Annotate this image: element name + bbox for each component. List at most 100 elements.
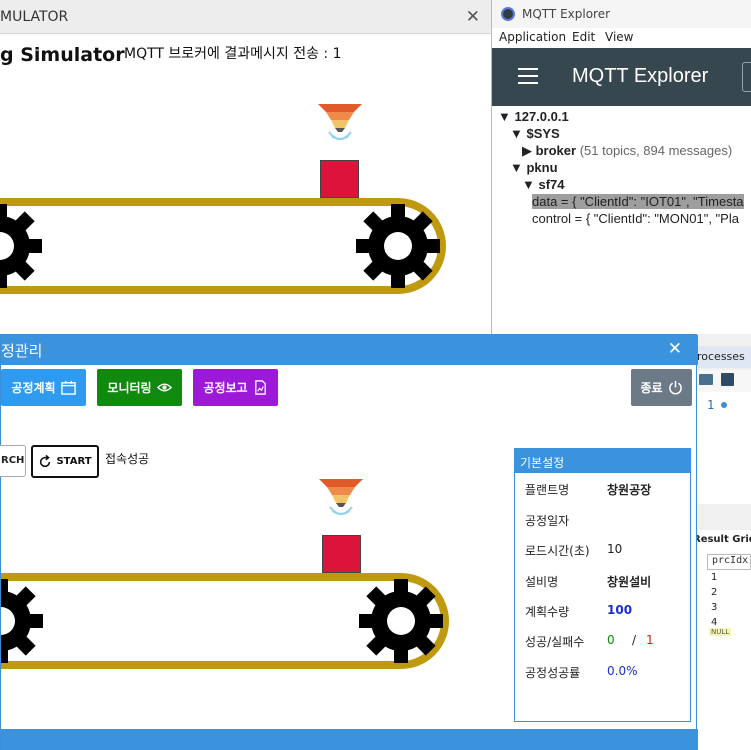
conveyor-belt bbox=[1, 573, 449, 669]
setting-success-fail: 성공/실패수 0 / 1 bbox=[515, 633, 690, 651]
sql-editor-window: rocesses 1 Result Grid prcIdx 1 2 3 4 NU… bbox=[693, 334, 751, 750]
folder-icon[interactable] bbox=[699, 374, 713, 385]
tree-node-sys[interactable]: ▼ $SYS bbox=[510, 126, 560, 141]
search-button[interactable]: RCH bbox=[0, 445, 26, 477]
settings-panel: 기본설정 플랜트명 창원공장 공정일자 로드시간(초) 10 설비명 창원설비 … bbox=[514, 448, 691, 722]
settings-header: 기본설정 bbox=[515, 449, 690, 473]
result-grid: Result Grid prcIdx 1 2 3 4 NULL bbox=[693, 530, 751, 750]
gear-icon bbox=[1, 579, 43, 663]
connection-status: 접속성공 bbox=[105, 452, 150, 466]
tree-node-broker[interactable]: ▶ broker (51 topics, 894 messages) bbox=[522, 143, 732, 159]
status-bar bbox=[1, 729, 698, 750]
grid-row[interactable]: 1 bbox=[707, 572, 751, 587]
mqtt-header-title: MQTT Explorer bbox=[572, 65, 709, 87]
tree-node-sf74-label: sf74 bbox=[538, 177, 565, 192]
setting-process-date: 공정일자 bbox=[515, 512, 690, 530]
tree-node-pknu[interactable]: ▼ pknu bbox=[510, 160, 558, 175]
setting-label: 성공/실패수 bbox=[525, 635, 585, 649]
setting-value: 100 bbox=[607, 603, 633, 617]
power-icon bbox=[668, 380, 682, 395]
line-number: 1 bbox=[707, 398, 715, 412]
setting-label: 설비명 bbox=[525, 575, 559, 589]
exit-button[interactable]: 종료 bbox=[631, 369, 692, 406]
success-count: 0 bbox=[607, 633, 615, 647]
setting-label: 플랜트명 bbox=[525, 483, 570, 497]
setting-planned-quantity: 계획수량 100 bbox=[515, 603, 690, 621]
report-button-label: 공정보고 bbox=[203, 381, 248, 395]
grid-row[interactable]: 2 bbox=[707, 587, 751, 602]
grid-row[interactable]: 3 bbox=[707, 602, 751, 617]
tree-node-control[interactable]: control = { "ClientId": "MON01", "Pla bbox=[532, 211, 739, 226]
process-window-title: 정관리 bbox=[1, 342, 43, 360]
close-icon[interactable]: ✕ bbox=[466, 7, 480, 27]
breakpoint-icon bbox=[721, 402, 727, 408]
simulator-status-text: MQTT 브로커에 결과메시지 전송 : 1 bbox=[124, 46, 342, 62]
plan-button-label: 공정계획 bbox=[11, 381, 56, 395]
tree-node-sf74[interactable]: ▼ sf74 bbox=[522, 177, 565, 192]
sensor-icon bbox=[318, 104, 362, 140]
monitoring-button-label: 모니터링 bbox=[107, 381, 152, 395]
report-button[interactable]: 공정보고 bbox=[193, 369, 278, 406]
menu-edit[interactable]: Edit bbox=[572, 30, 595, 44]
header-button[interactable] bbox=[742, 62, 751, 92]
exit-button-label: 종료 bbox=[640, 381, 663, 395]
eye-icon bbox=[156, 383, 172, 392]
menu-application[interactable]: Application bbox=[499, 30, 566, 44]
setting-equipment-name: 설비명 창원설비 bbox=[515, 573, 690, 591]
fail-count: 1 bbox=[646, 633, 654, 647]
processes-tab[interactable]: rocesses bbox=[697, 346, 751, 368]
gear-icon bbox=[356, 204, 440, 288]
grid-column-header[interactable]: prcIdx bbox=[707, 554, 751, 570]
save-icon[interactable] bbox=[721, 373, 734, 386]
process-management-window: 정관리 ✕ 공정계획 모니터링 공정보고 종료 RCH START 접속성공 기… bbox=[0, 334, 698, 750]
null-badge: NULL bbox=[709, 628, 732, 636]
tree-node-pknu-label: pknu bbox=[526, 160, 558, 175]
simulator-window-title: MULATOR bbox=[0, 9, 69, 25]
gear-icon bbox=[359, 579, 443, 663]
start-button[interactable]: START bbox=[31, 445, 99, 478]
simulator-window: MULATOR ✕ g Simulator MQTT 브로커에 결과메시지 전송… bbox=[0, 0, 494, 334]
mqtt-menubar: Application Edit View bbox=[492, 28, 751, 48]
tree-node-data-label: data = { "ClientId": "IOT01", "Timesta bbox=[532, 194, 744, 209]
setting-label: 로드시간(초) bbox=[525, 544, 590, 558]
hamburger-menu-icon[interactable] bbox=[518, 68, 538, 84]
start-button-label: START bbox=[56, 456, 92, 467]
tree-node-root-label: 127.0.0.1 bbox=[514, 109, 569, 124]
menu-view[interactable]: View bbox=[605, 30, 633, 44]
setting-value: 10 bbox=[607, 542, 623, 556]
result-grid-label: Result Grid bbox=[693, 534, 751, 545]
conveyor-belt bbox=[0, 198, 446, 294]
gear-icon bbox=[0, 204, 42, 288]
tree-node-broker-meta: (51 topics, 894 messages) bbox=[579, 143, 733, 158]
plan-button[interactable]: 공정계획 bbox=[1, 369, 86, 406]
topic-tree: ▼ 127.0.0.1 ▼ $SYS ▶ broker (51 topics, … bbox=[492, 106, 751, 334]
refresh-icon bbox=[40, 454, 51, 467]
close-icon[interactable]: ✕ bbox=[668, 339, 682, 359]
setting-load-time: 로드시간(초) 10 bbox=[515, 542, 690, 560]
code-editor[interactable]: 1 bbox=[697, 392, 751, 504]
monitoring-button[interactable]: 모니터링 bbox=[97, 369, 182, 406]
setting-value: 창원설비 bbox=[607, 575, 652, 589]
product-box bbox=[320, 160, 359, 198]
report-file-icon bbox=[254, 380, 266, 395]
editor-toolbar bbox=[697, 370, 751, 392]
product-box bbox=[322, 535, 361, 573]
setting-value: 창원공장 bbox=[607, 483, 652, 497]
tree-node-sys-label: $SYS bbox=[526, 126, 560, 141]
tree-node-data[interactable]: data = { "ClientId": "IOT01", "Timesta bbox=[532, 194, 744, 209]
mqtt-header: MQTT Explorer bbox=[492, 48, 751, 106]
tree-node-control-label: control = { "ClientId": "MON01", "Pla bbox=[532, 211, 739, 226]
setting-plant-name: 플랜트명 창원공장 bbox=[515, 481, 690, 499]
mqtt-titlebar: MQTT Explorer bbox=[492, 0, 751, 28]
setting-success-rate: 공정성공률 0.0% bbox=[515, 664, 690, 682]
mqtt-explorer-window: MQTT Explorer Application Edit View MQTT… bbox=[491, 0, 751, 334]
desktop: MULATOR ✕ g Simulator MQTT 브로커에 결과메시지 전송… bbox=[0, 0, 751, 750]
process-titlebar: 정관리 ✕ bbox=[1, 335, 698, 365]
sensor-icon bbox=[319, 479, 363, 515]
tree-node-root[interactable]: ▼ 127.0.0.1 bbox=[498, 109, 569, 124]
calendar-icon bbox=[60, 380, 76, 395]
tree-node-broker-label: broker bbox=[535, 143, 577, 158]
simulator-heading: g Simulator bbox=[0, 44, 125, 66]
setting-label: 공정일자 bbox=[525, 514, 570, 528]
separator: / bbox=[632, 633, 637, 647]
